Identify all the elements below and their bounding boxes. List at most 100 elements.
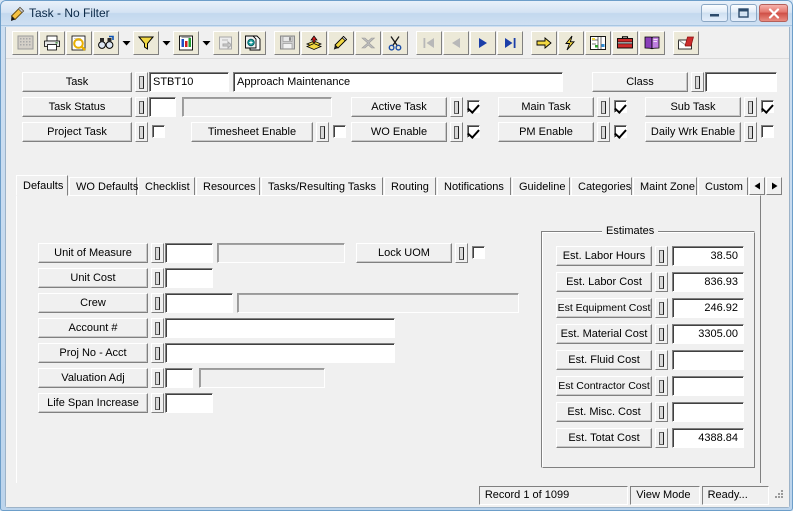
project-task-label-button[interactable]: Project Task (22, 122, 132, 142)
unit-of-measure-lookup-button[interactable] (151, 243, 164, 263)
est-material-cost-lookup-button[interactable] (655, 324, 668, 344)
main-task-lookup-button[interactable] (597, 97, 610, 117)
est-fluid-cost-field[interactable] (672, 350, 744, 370)
resize-grip-icon[interactable] (771, 488, 785, 502)
est-fluid-cost-label-button[interactable]: Est. Fluid Cost (556, 350, 652, 370)
unit-cost-field[interactable] (165, 268, 213, 288)
find-dropdown-icon[interactable] (120, 31, 133, 55)
class-field[interactable] (705, 72, 777, 92)
est-fluid-cost-lookup-button[interactable] (655, 350, 668, 370)
scroll-left-icon[interactable] (749, 177, 765, 195)
tab-guideline[interactable]: Guideline (512, 177, 570, 196)
task-description-field[interactable]: Approach Maintenance (233, 72, 563, 92)
add-record-icon[interactable] (301, 30, 327, 55)
sub-task-label-button[interactable]: Sub Task (645, 97, 741, 117)
print-preview-icon[interactable] (66, 30, 92, 55)
proj-no-acct-field[interactable] (165, 343, 395, 363)
est-material-cost-field[interactable]: 3305.00 (672, 324, 744, 344)
est-labor-hours-field[interactable]: 38.50 (672, 246, 744, 266)
unit-cost-label-button[interactable]: Unit Cost (38, 268, 148, 288)
est-contractor-cost-label-button[interactable]: Est Contractor Cost (556, 376, 652, 396)
report-dropdown-icon[interactable] (200, 31, 213, 55)
unit-of-measure-code-field[interactable] (165, 243, 213, 263)
tab-routing[interactable]: Routing (384, 177, 436, 196)
life-span-increase-field[interactable] (165, 393, 213, 413)
est-labor-cost-field[interactable]: 836.93 (672, 272, 744, 292)
est-equipment-cost-lookup-button[interactable] (655, 298, 668, 318)
toolbox-icon[interactable] (612, 30, 638, 55)
print-icon[interactable] (39, 30, 65, 55)
active-task-checkbox[interactable] (467, 100, 480, 113)
first-record-icon[interactable] (416, 30, 442, 55)
project-task-lookup-button[interactable] (135, 122, 148, 142)
est-misc-cost-label-button[interactable]: Est. Misc. Cost (556, 402, 652, 422)
lock-uom-checkbox[interactable] (472, 246, 485, 259)
account-number-lookup-button[interactable] (151, 318, 164, 338)
export-icon[interactable] (213, 30, 239, 55)
account-number-field[interactable] (165, 318, 395, 338)
pm-enable-label-button[interactable]: PM Enable (498, 122, 594, 142)
wo-enable-label-button[interactable]: WO Enable (351, 122, 447, 142)
est-contractor-cost-lookup-button[interactable] (655, 376, 668, 396)
life-span-increase-label-button[interactable]: Life Span Increase (38, 393, 148, 413)
class-lookup-button[interactable] (691, 72, 704, 92)
est-misc-cost-lookup-button[interactable] (655, 402, 668, 422)
previous-record-icon[interactable] (443, 30, 469, 55)
map-icon[interactable] (585, 30, 611, 55)
task-code-field[interactable]: STBT10 (149, 72, 229, 92)
goto-icon[interactable] (531, 30, 557, 55)
est-labor-hours-lookup-button[interactable] (655, 246, 668, 266)
edit-record-icon[interactable] (328, 30, 354, 55)
est-contractor-cost-field[interactable] (672, 376, 744, 396)
grid-icon[interactable] (12, 30, 38, 55)
tab-notifications[interactable]: Notifications (437, 177, 511, 196)
est-total-cost-field[interactable]: 4388.84 (672, 428, 744, 448)
sub-task-lookup-button[interactable] (744, 97, 757, 117)
valuation-adj-lookup-button[interactable] (151, 368, 164, 388)
next-record-icon[interactable] (470, 30, 496, 55)
class-label-button[interactable]: Class (592, 72, 688, 92)
wo-enable-lookup-button[interactable] (450, 122, 463, 142)
tab-wo-defaults[interactable]: WO Defaults (69, 177, 138, 196)
est-total-cost-lookup-button[interactable] (655, 428, 668, 448)
life-span-increase-lookup-button[interactable] (151, 393, 164, 413)
sub-task-checkbox[interactable] (761, 100, 774, 113)
task-status-lookup-button[interactable] (135, 97, 148, 117)
est-equipment-cost-label-button[interactable]: Est Equipment Cost (556, 298, 652, 318)
est-misc-cost-field[interactable] (672, 402, 744, 422)
daily-wrk-enable-lookup-button[interactable] (744, 122, 757, 142)
unit-of-measure-label-button[interactable]: Unit of Measure (38, 243, 148, 263)
minimize-button[interactable] (701, 4, 728, 22)
crew-lookup-button[interactable] (151, 293, 164, 313)
scroll-right-icon[interactable] (766, 177, 782, 195)
task-status-label-button[interactable]: Task Status (22, 97, 132, 117)
last-record-icon[interactable] (497, 30, 523, 55)
timesheet-enable-lookup-button[interactable] (316, 122, 329, 142)
unit-cost-lookup-button[interactable] (151, 268, 164, 288)
est-total-cost-label-button[interactable]: Est. Totat Cost (556, 428, 652, 448)
main-task-label-button[interactable]: Main Task (498, 97, 594, 117)
lock-uom-label-button[interactable]: Lock UOM (356, 243, 452, 263)
filter-dropdown-icon[interactable] (160, 31, 173, 55)
tab-maint-zone[interactable]: Maint Zone (633, 177, 697, 196)
proj-no-acct-lookup-button[interactable] (151, 343, 164, 363)
tab-custom[interactable]: Custom (698, 177, 748, 196)
est-equipment-cost-field[interactable]: 246.92 (672, 298, 744, 318)
est-labor-cost-label-button[interactable]: Est. Labor Cost (556, 272, 652, 292)
task-label-button[interactable]: Task (22, 72, 132, 92)
report-icon[interactable] (173, 30, 199, 55)
save-icon[interactable] (274, 30, 300, 55)
pm-enable-lookup-button[interactable] (597, 122, 610, 142)
quick-action-icon[interactable] (558, 30, 584, 55)
account-number-label-button[interactable]: Account # (38, 318, 148, 338)
close-button[interactable] (759, 4, 788, 22)
tab-checklist[interactable]: Checklist (138, 177, 195, 196)
crew-label-button[interactable]: Crew (38, 293, 148, 313)
lock-uom-lookup-button[interactable] (455, 243, 468, 263)
find-icon[interactable] (93, 30, 119, 55)
timesheet-enable-checkbox[interactable] (333, 125, 346, 138)
active-task-lookup-button[interactable] (450, 97, 463, 117)
copy-record-icon[interactable] (240, 30, 266, 55)
task-status-code-field[interactable] (149, 97, 176, 117)
exit-icon[interactable] (673, 30, 699, 55)
